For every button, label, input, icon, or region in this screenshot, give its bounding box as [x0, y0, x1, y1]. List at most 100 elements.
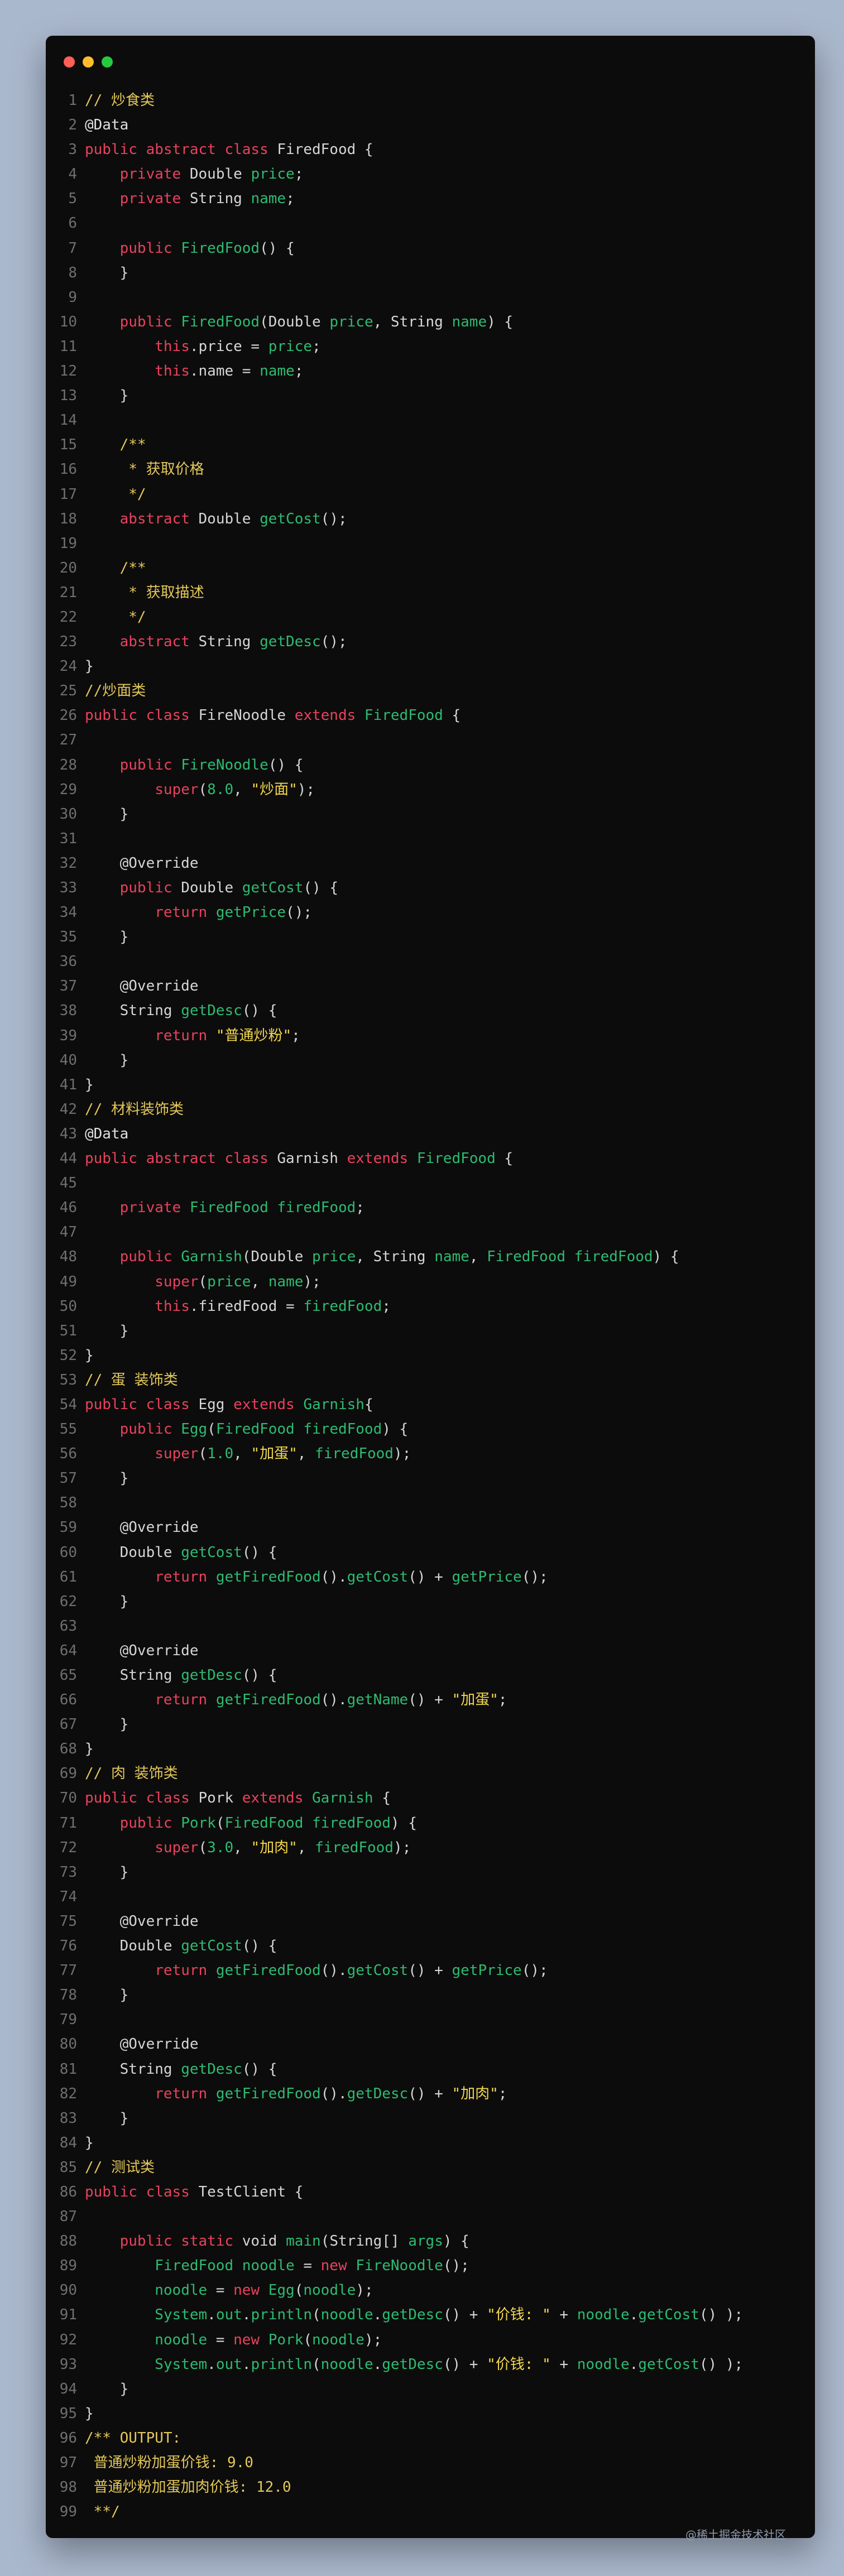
code-token: ;	[291, 1027, 300, 1044]
code-text: * 获取描述	[85, 584, 204, 601]
code-token: }	[85, 1470, 129, 1487]
code-token: Garnish	[312, 1790, 373, 1807]
line-number: 79	[59, 2011, 77, 2029]
line-number: 3	[68, 141, 77, 158]
line-number: 88	[59, 2233, 77, 2250]
code-token: =	[207, 2331, 234, 2348]
code-token: @Override	[85, 1519, 199, 1536]
code-text: // 材料装饰类	[85, 1101, 184, 1118]
code-text: private FiredFood firedFood;	[85, 1199, 365, 1216]
line-number: 48	[59, 1248, 77, 1266]
code-token: +	[550, 2306, 577, 2324]
code-token: ;	[382, 1297, 391, 1315]
code-text: */	[85, 486, 146, 503]
code-text: */	[85, 609, 146, 626]
code-line: 35 }	[46, 925, 815, 949]
line-number: 96	[59, 2429, 77, 2447]
code-line: 2 @Data	[46, 113, 815, 137]
code-token: public	[119, 880, 181, 896]
code-line: 8 }	[46, 261, 815, 285]
code-token: firedFood	[315, 1839, 394, 1856]
code-line: 13 }	[46, 383, 815, 408]
code-token: getPrice	[452, 1568, 522, 1585]
line-number: 38	[59, 1002, 77, 1020]
code-token: ;	[498, 1691, 507, 1709]
code-token: () +	[408, 1568, 452, 1585]
code-token: () {	[242, 1544, 277, 1561]
line-number: 34	[59, 904, 77, 921]
code-text: }	[85, 1052, 129, 1069]
code-token: ,	[233, 1445, 251, 1463]
code-line: 12 this.name = name;	[46, 359, 815, 383]
code-token: this	[155, 1297, 190, 1315]
code-line: 10 public FiredFood(Double price, String…	[46, 310, 815, 334]
code-token: ,	[233, 781, 251, 798]
code-token: 普通炒粉加蛋加肉价钱: 12.0	[85, 2479, 291, 2496]
code-token: (Double	[260, 313, 330, 330]
code-line: 82 return getFiredFood().getDesc() + "加肉…	[46, 2082, 815, 2106]
code-text: public class TestClient {	[85, 2184, 303, 2200]
close-dot-icon[interactable]	[64, 56, 75, 68]
code-line: 61 return getFiredFood().getCost() + get…	[46, 1565, 815, 1589]
code-token: );	[393, 1839, 411, 1856]
maximize-dot-icon[interactable]	[102, 56, 113, 68]
code-text: @Override	[85, 1519, 199, 1536]
minimize-dot-icon[interactable]	[83, 56, 94, 68]
code-line: 96 /** OUTPUT:	[46, 2426, 815, 2450]
code-token: firedFood	[303, 1297, 382, 1315]
code-line: 77 return getFiredFood().getCost() + get…	[46, 1958, 815, 1983]
code-token: private	[119, 166, 190, 183]
line-number: 35	[59, 929, 77, 946]
code-token: public	[119, 1248, 181, 1266]
code-line: 93 System.out.println(noodle.getDesc() +…	[46, 2352, 815, 2377]
code-token: return	[155, 1691, 216, 1709]
code-token: ().	[320, 1691, 347, 1709]
code-token: }	[85, 929, 129, 946]
line-number: 75	[59, 1912, 77, 1930]
code-line: 21 * 获取描述	[46, 580, 815, 605]
code-token: // 炒食类	[85, 92, 155, 109]
code-text: @Override	[85, 1913, 199, 1930]
line-number: 58	[59, 1494, 77, 1512]
code-token: () +	[443, 2306, 487, 2324]
code-line: 66 return getFiredFood().getName() + "加蛋…	[46, 1688, 815, 1712]
code-token: }	[85, 658, 94, 675]
code-token: );	[303, 1273, 321, 1290]
code-token: .price =	[189, 338, 268, 355]
code-token: getDesc	[181, 1667, 242, 1684]
code-line: 39 return "普通炒粉";	[46, 1023, 815, 1048]
code-token: public	[119, 313, 181, 330]
code-token: getCost	[638, 2356, 699, 2373]
code-text: }	[85, 1987, 129, 2003]
code-text: }	[85, 658, 94, 675]
code-token: new	[320, 2257, 356, 2275]
code-line: 41}	[46, 1073, 815, 1097]
code-token: //炒面类	[85, 683, 146, 700]
line-number: 14	[59, 412, 77, 429]
code-token: @Override	[85, 1912, 199, 1930]
code-token: String	[85, 1002, 181, 1020]
code-token: // 测试类	[85, 2159, 155, 2176]
code-text: }	[85, 2135, 94, 2151]
code-token: (	[312, 2356, 321, 2373]
code-token: FireNoodle	[356, 2257, 443, 2275]
code-line: 53 // 蛋 装饰类	[46, 1368, 815, 1392]
code-line: 68}	[46, 1737, 815, 1761]
code-token: extends	[233, 1396, 304, 1413]
code-token: "炒面"	[251, 781, 298, 798]
code-line: 84}	[46, 2131, 815, 2155]
code-token: return	[155, 1027, 216, 1044]
code-text: return getFiredFood().getDesc() + "加肉";	[85, 2085, 507, 2102]
line-number: 98	[59, 2479, 77, 2496]
code-line: 29 super(8.0, "炒面");	[46, 777, 815, 802]
line-number: 40	[59, 1051, 77, 1069]
code-line: 19	[46, 531, 815, 556]
code-token: ) {	[443, 2233, 469, 2250]
code-text: public class Egg extends Garnish{	[85, 1396, 373, 1413]
line-number: 7	[68, 239, 77, 257]
